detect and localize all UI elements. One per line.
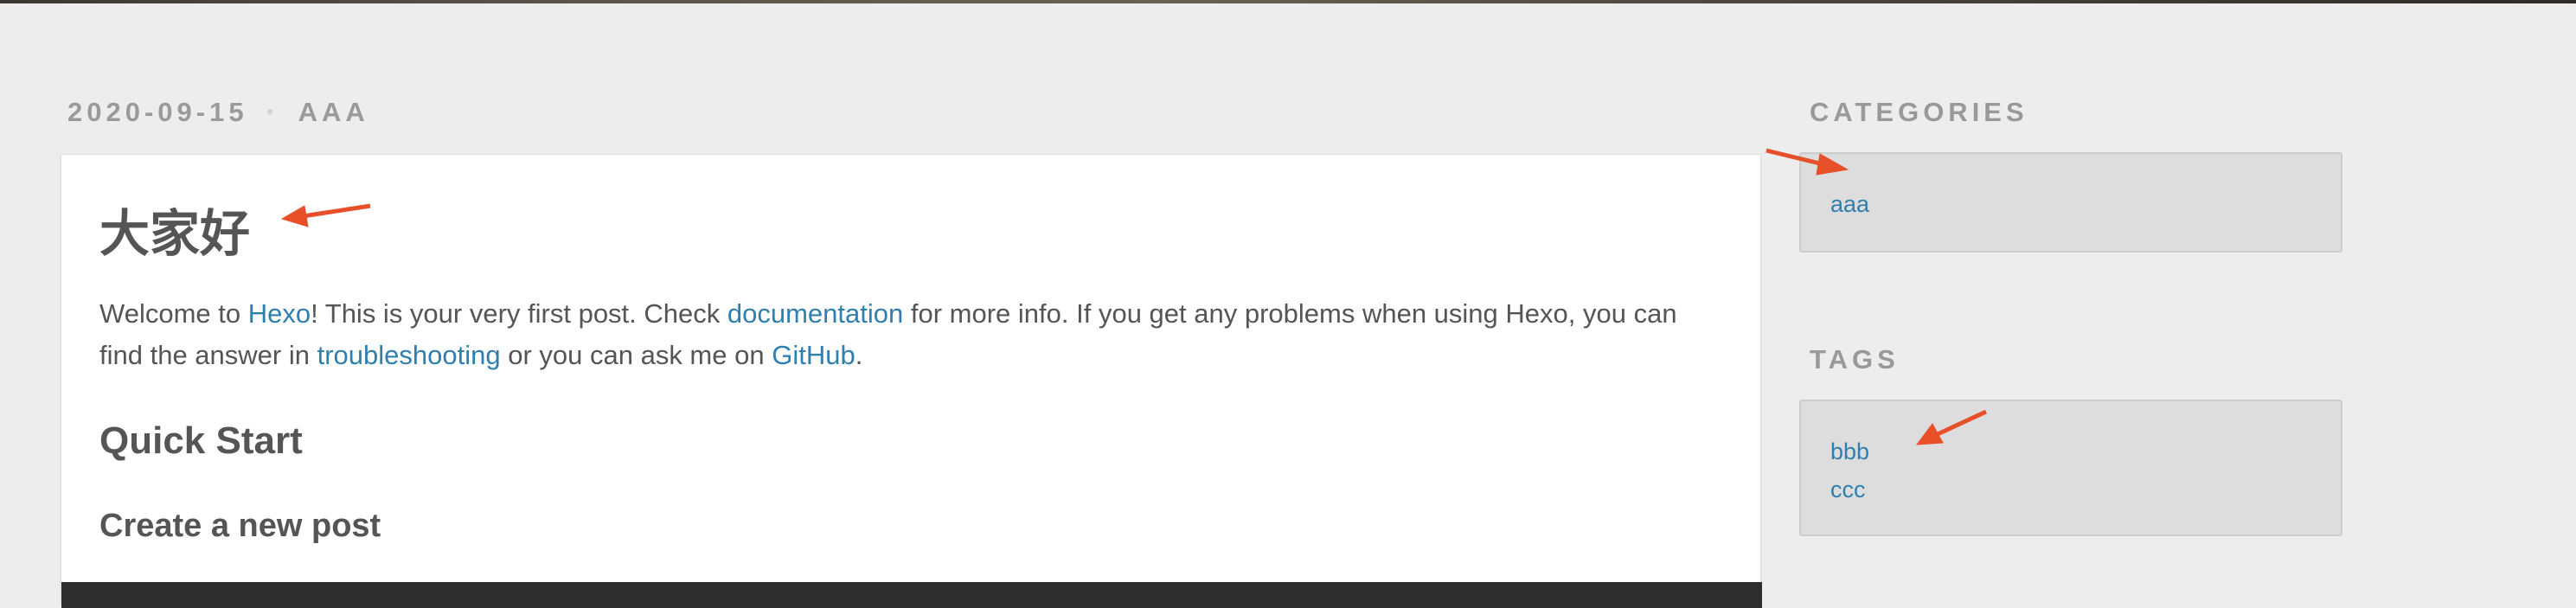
categories-widget: aaa <box>1799 152 2342 253</box>
intro-text-2: ! This is your very first post. Check <box>311 298 727 329</box>
category-link-aaa[interactable]: aaa <box>1830 185 2341 223</box>
documentation-link[interactable]: documentation <box>727 298 903 329</box>
article-card: 大家好 Welcome to Hexo! This is your very f… <box>61 154 1762 608</box>
intro-text-5: . <box>855 340 863 370</box>
intro-text-4: or you can ask me on <box>500 340 772 370</box>
post-date: 2020-09-15 <box>67 97 248 127</box>
github-link[interactable]: GitHub <box>772 340 855 370</box>
intro-text-1: Welcome to <box>99 298 248 329</box>
post-meta: 2020-09-15 • AAA <box>67 97 369 128</box>
tags-widget: bbb ccc <box>1799 400 2342 536</box>
categories-heading: CATEGORIES <box>1810 97 2028 127</box>
troubleshooting-link[interactable]: troubleshooting <box>317 340 501 370</box>
header-image-strip <box>0 0 2576 3</box>
heading-create-post: Create a new post <box>99 508 381 544</box>
post-category-link[interactable]: AAA <box>298 97 369 128</box>
meta-separator: • <box>266 102 278 122</box>
article-title[interactable]: 大家好 <box>99 193 250 266</box>
tags-heading: TAGS <box>1810 344 1900 374</box>
code-block <box>61 582 1762 608</box>
heading-quick-start: Quick Start <box>99 419 303 462</box>
tag-link-bbb[interactable]: bbb <box>1830 432 2341 470</box>
hexo-link[interactable]: Hexo <box>248 298 311 329</box>
tag-link-ccc[interactable]: ccc <box>1830 470 2341 509</box>
article-intro: Welcome to Hexo! This is your very first… <box>99 293 1726 376</box>
